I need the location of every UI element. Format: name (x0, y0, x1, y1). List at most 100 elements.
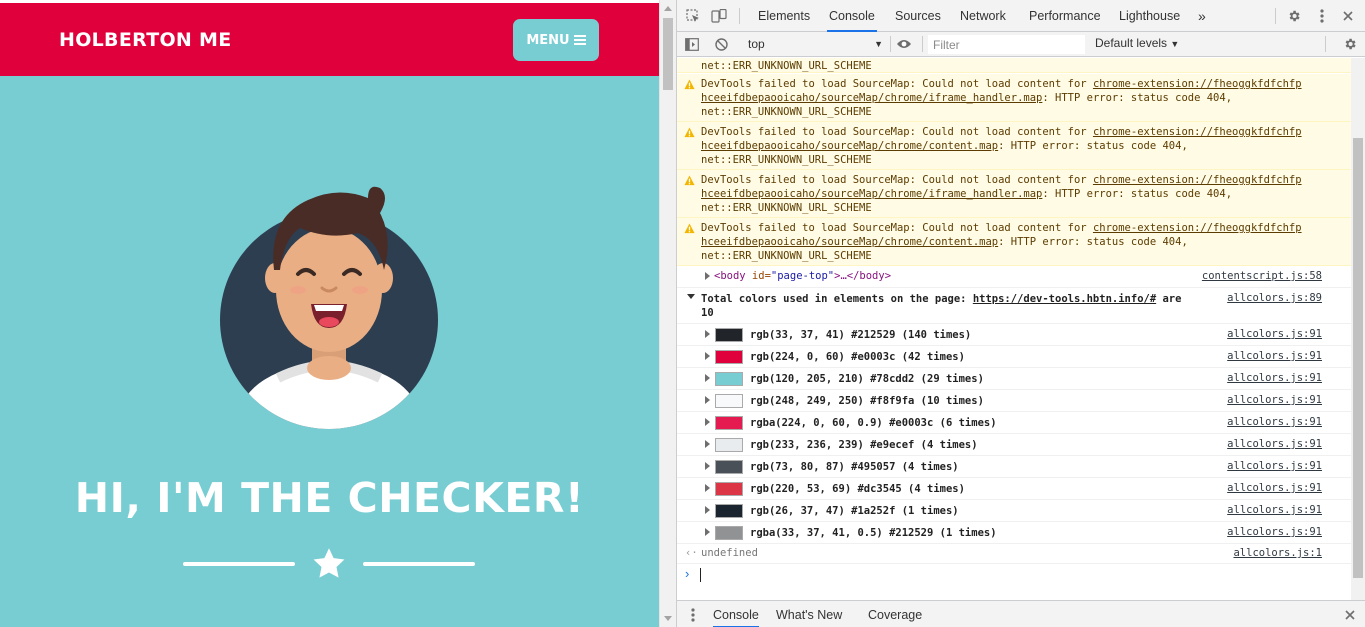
console-scrollbar[interactable] (1351, 58, 1365, 600)
scroll-thumb[interactable] (663, 18, 673, 90)
color-log-row[interactable]: rgb(224, 0, 60) #e0003c (42 times) allcol… (677, 346, 1352, 368)
kebab-menu-icon[interactable] (1314, 8, 1330, 24)
sidebar-toggle-icon[interactable] (684, 36, 700, 52)
expand-triangle-icon[interactable] (705, 462, 710, 470)
color-swatch (715, 482, 743, 496)
more-tabs-icon[interactable]: » (1196, 0, 1208, 32)
drawer-tab-coverage[interactable]: Coverage (868, 601, 922, 627)
toolbar-separator-2 (922, 36, 923, 52)
sourcemap-link-cont[interactable]: hceeifdbepaooicaho/sourceMap/chrome/ifra… (701, 188, 1042, 200)
prompt-chevron-icon: › (685, 566, 690, 581)
tab-performance[interactable]: Performance (1027, 0, 1103, 32)
colors-summary-group[interactable]: Total colors used in elements on the pag… (677, 288, 1352, 324)
tab-separator (739, 8, 740, 24)
log-levels-label: Default levels (1095, 36, 1168, 50)
expand-triangle-icon[interactable] (705, 484, 710, 492)
brand-logo[interactable]: HOLBERTON ME (59, 29, 232, 51)
divider-line-left (183, 562, 295, 566)
expand-triangle-icon[interactable] (705, 272, 710, 280)
color-log-row[interactable]: rgb(33, 37, 41) #212529 (140 times) allco… (677, 324, 1352, 346)
star-icon (313, 548, 345, 578)
color-label: rgb(233, 236, 239) #e9ecef (4 times) (750, 439, 978, 451)
scroll-down-arrow-icon[interactable] (664, 616, 672, 621)
log-levels-dropdown[interactable]: Default levels ▼ (1095, 36, 1179, 50)
page-scrollbar[interactable] (659, 0, 676, 627)
tab-lighthouse[interactable]: Lighthouse (1117, 0, 1182, 32)
drawer-kebab-icon[interactable] (685, 607, 701, 623)
filter-input[interactable] (928, 35, 1085, 54)
warning-icon (684, 223, 695, 234)
source-link[interactable]: allcolors.js:91 (1227, 372, 1322, 384)
source-link[interactable]: allcolors.js:91 (1227, 350, 1322, 362)
source-link[interactable]: allcolors.js:91 (1227, 416, 1322, 428)
expand-triangle-icon[interactable] (705, 528, 710, 536)
warning-icon (684, 127, 695, 138)
tab-sources[interactable]: Sources (893, 0, 943, 32)
color-log-row[interactable]: rgb(120, 205, 210) #78cdd2 (29 times) all… (677, 368, 1352, 390)
hero-headline: HI, I'M THE CHECKER! (74, 474, 585, 522)
source-link[interactable]: allcolors.js:91 (1227, 504, 1322, 516)
sourcemap-link[interactable]: chrome-extension://fheoggkfdfchfp (1093, 78, 1302, 90)
color-swatch (715, 372, 743, 386)
tab-elements[interactable]: Elements (756, 0, 812, 32)
source-link[interactable]: allcolors.js:1 (1233, 547, 1322, 559)
color-log-row[interactable]: rgb(220, 53, 69) #dc3545 (4 times) allcol… (677, 478, 1352, 500)
expand-triangle-icon[interactable] (705, 352, 710, 360)
tab-network[interactable]: Network (958, 0, 1008, 32)
sourcemap-link[interactable]: chrome-extension://fheoggkfdfchfp (1093, 126, 1302, 138)
drawer-tab-whats-new[interactable]: What's New (776, 601, 842, 627)
sourcemap-link-cont[interactable]: hceeifdbepaooicaho/sourceMap/chrome/ifra… (701, 92, 1042, 104)
settings-gear-icon[interactable] (1286, 8, 1302, 24)
source-link[interactable]: allcolors.js:91 (1227, 526, 1322, 538)
warning-message: DevTools failed to load SourceMap: Could… (701, 126, 1302, 166)
color-swatch (715, 394, 743, 408)
expand-triangle-icon[interactable] (705, 506, 710, 514)
sourcemap-link[interactable]: chrome-extension://fheoggkfdfchfp (1093, 222, 1302, 234)
source-link[interactable]: allcolors.js:91 (1227, 460, 1322, 472)
tab-console[interactable]: Console (827, 0, 877, 32)
console-scroll-thumb[interactable] (1353, 138, 1363, 578)
device-toolbar-icon[interactable] (711, 8, 727, 24)
color-log-row[interactable]: rgba(33, 37, 41, 0.5) #212529 (1 times) a… (677, 522, 1352, 544)
expand-triangle-icon[interactable] (705, 440, 710, 448)
source-link[interactable]: contentscript.js:58 (1202, 270, 1322, 282)
source-link[interactable]: allcolors.js:91 (1227, 394, 1322, 406)
color-log-row[interactable]: rgb(26, 37, 47) #1a252f (1 times) allcolo… (677, 500, 1352, 522)
close-devtools-icon[interactable] (1340, 8, 1356, 24)
source-link[interactable]: allcolors.js:89 (1227, 292, 1322, 304)
color-log-row[interactable]: rgba(224, 0, 60, 0.9) #e0003c (6 times) a… (677, 412, 1352, 434)
console-warning-partial: net::ERR_UNKNOWN_URL_SCHEME (677, 58, 1352, 73)
expand-triangle-icon[interactable] (705, 396, 710, 404)
close-drawer-icon[interactable] (1342, 607, 1358, 623)
toolbar-separator (890, 36, 891, 52)
color-log-row[interactable]: rgb(248, 249, 250) #f8f9fa (10 times) all… (677, 390, 1352, 412)
body-element-log[interactable]: <body id="page-top">…</body> contentscri… (677, 266, 1352, 288)
source-link[interactable]: allcolors.js:91 (1227, 438, 1322, 450)
console-prompt[interactable]: › (677, 564, 1352, 586)
scroll-up-arrow-icon[interactable] (664, 6, 672, 11)
summary-url-link[interactable]: https://dev-tools.hbtn.info/# (973, 293, 1156, 305)
drawer-tab-console[interactable]: Console (713, 601, 759, 627)
menu-button[interactable]: MENU (513, 19, 599, 61)
console-warning: DevTools failed to load SourceMap: Could… (677, 218, 1352, 266)
color-swatch (715, 416, 743, 430)
summary-text: Total colors used in elements on the pag… (701, 293, 1182, 319)
inspect-element-icon[interactable] (685, 8, 701, 24)
sourcemap-link-cont[interactable]: hceeifdbepaooicaho/sourceMap/chrome/cont… (701, 140, 998, 152)
expand-triangle-icon[interactable] (705, 374, 710, 382)
expand-triangle-icon[interactable] (705, 330, 710, 338)
sourcemap-link[interactable]: chrome-extension://fheoggkfdfchfp (1093, 174, 1302, 186)
source-link[interactable]: allcolors.js:91 (1227, 328, 1322, 340)
divider-line-right (363, 562, 475, 566)
context-selector[interactable]: top ▼ (743, 35, 883, 53)
live-expression-eye-icon[interactable] (896, 36, 912, 52)
color-log-row[interactable]: rgb(73, 80, 87) #495057 (4 times) allcolo… (677, 456, 1352, 478)
source-link[interactable]: allcolors.js:91 (1227, 482, 1322, 494)
sourcemap-link-cont[interactable]: hceeifdbepaooicaho/sourceMap/chrome/cont… (701, 236, 998, 248)
expand-triangle-icon[interactable] (705, 418, 710, 426)
body-element-text[interactable]: <body id="page-top">…</body> (714, 270, 891, 282)
collapse-triangle-icon[interactable] (687, 294, 695, 299)
console-settings-gear-icon[interactable] (1342, 36, 1358, 52)
color-log-row[interactable]: rgb(233, 236, 239) #e9ecef (4 times) allc… (677, 434, 1352, 456)
clear-console-icon[interactable] (713, 36, 729, 52)
